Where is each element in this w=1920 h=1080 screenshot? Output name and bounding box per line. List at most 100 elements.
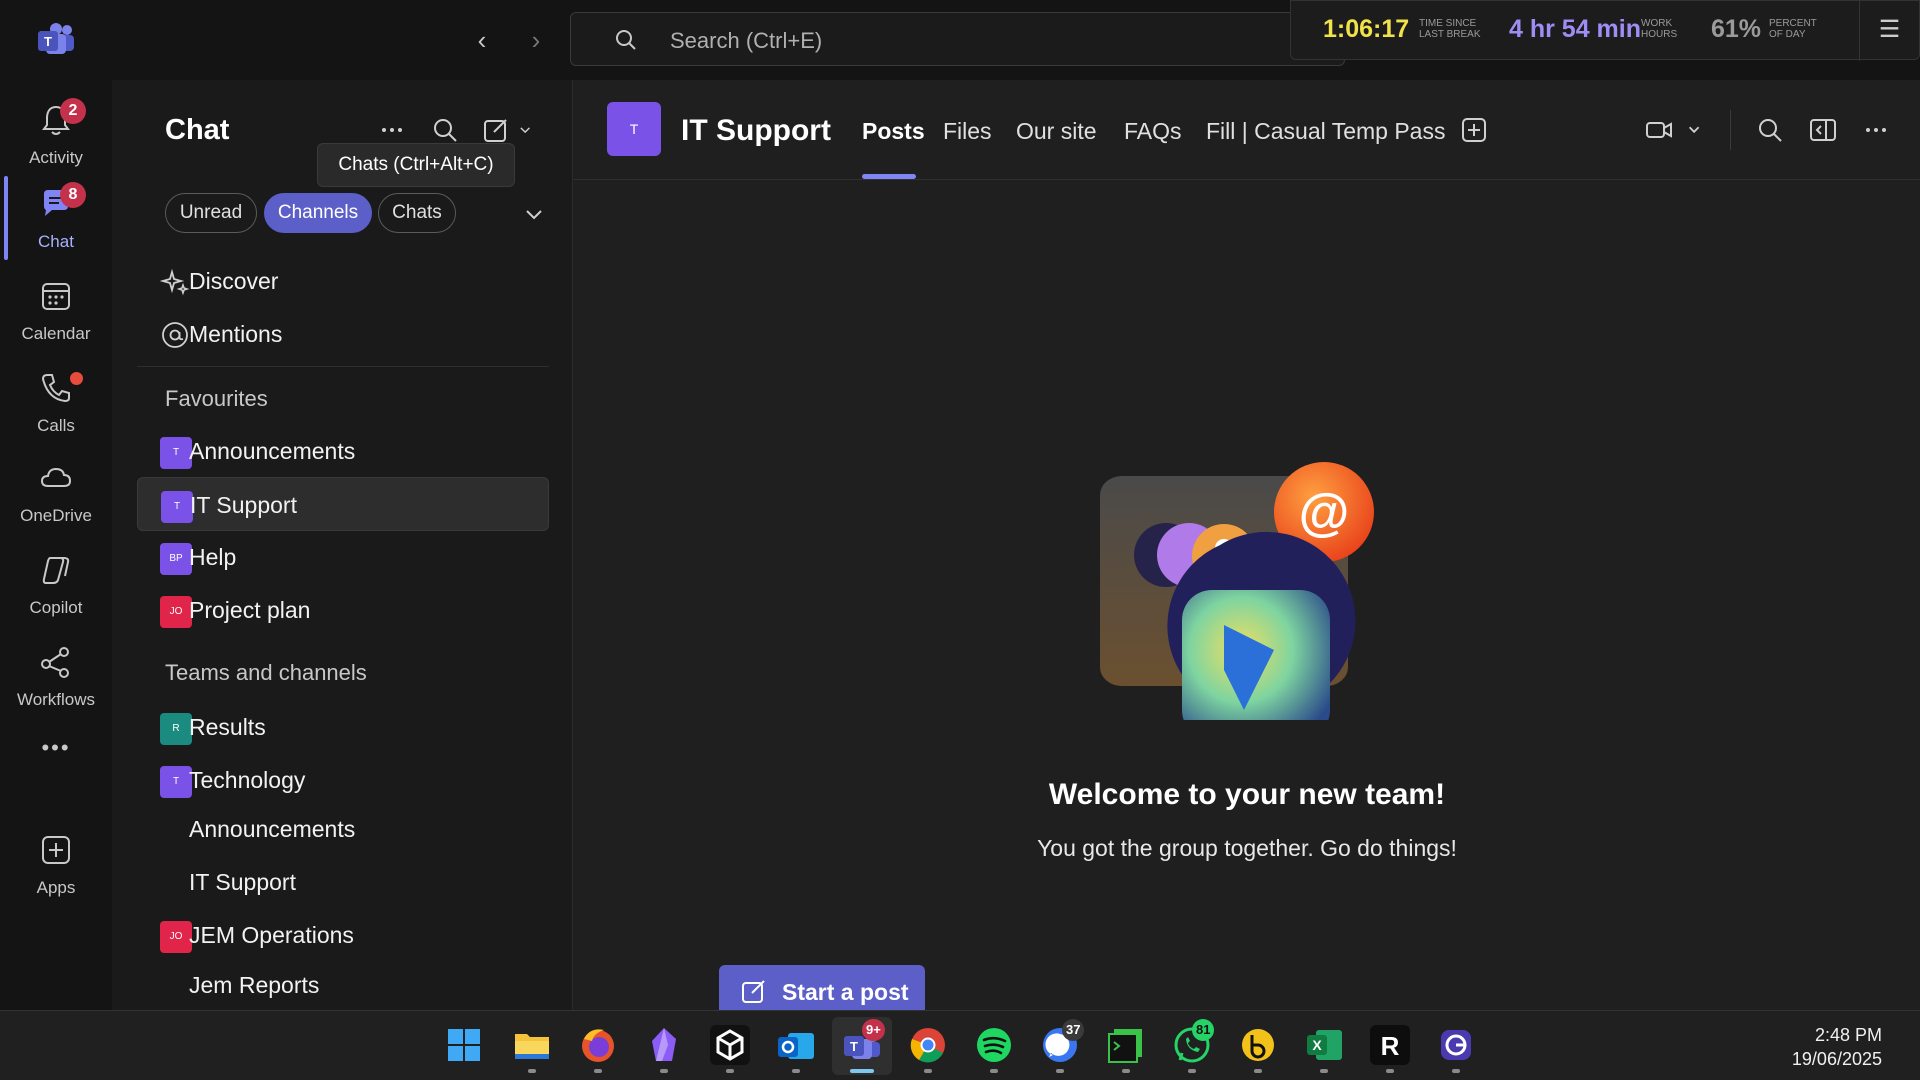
teams-header[interactable]: Teams and channels — [165, 660, 367, 686]
rail-label-onedrive: OneDrive — [20, 506, 92, 525]
rail-chat[interactable]: 8 Chat — [0, 176, 112, 260]
teams-logo-icon[interactable]: T — [36, 22, 76, 58]
outlook-icon[interactable] — [776, 1025, 816, 1065]
team-jem-operations[interactable]: JO JEM Operations — [137, 908, 549, 962]
tab-posts[interactable]: Posts — [862, 118, 925, 145]
r-icon[interactable]: R — [1370, 1025, 1410, 1065]
clock-date: 19/06/2025 — [1791, 1049, 1882, 1069]
rail-more[interactable]: ••• — [0, 735, 112, 775]
rail-activity[interactable]: 2 Activity — [0, 92, 112, 176]
filter-chevron-icon[interactable] — [522, 202, 546, 226]
rail-label-activity: Activity — [29, 148, 83, 167]
terminal-icon[interactable] — [1106, 1025, 1146, 1065]
channel-jem-reports[interactable]: Jem Reports — [137, 958, 549, 1012]
obsidian-icon[interactable] — [644, 1025, 684, 1065]
rail-copilot[interactable]: Copilot — [0, 542, 112, 626]
mentions-label: Mentions — [189, 321, 283, 347]
workflows-icon — [41, 647, 69, 678]
channel-label: IT Support — [189, 869, 296, 895]
running-indicator — [1188, 1069, 1196, 1073]
avatar: BP — [160, 543, 192, 575]
avatar: JO — [160, 921, 192, 953]
search-icon — [616, 30, 636, 50]
clock-time: 2:48 PM — [1814, 1025, 1882, 1045]
channel-label: IT Support — [190, 492, 297, 518]
break-timer-widget: 1:06:17 TIME SINCE LAST BREAK 4 hr 54 mi… — [1290, 0, 1920, 61]
channel-search-icon[interactable] — [1756, 116, 1784, 144]
signal-badge: 37 — [1062, 1019, 1085, 1041]
rail-onedrive[interactable]: OneDrive — [0, 450, 112, 534]
add-tab-icon[interactable] — [1460, 116, 1488, 144]
new-chat-chevron-icon[interactable] — [518, 116, 538, 144]
channel-label: Announcements — [189, 438, 356, 464]
team-results[interactable]: R Results — [137, 700, 549, 754]
discover-label: Discover — [189, 268, 279, 294]
unity-icon[interactable] — [710, 1025, 750, 1065]
channel-announcements[interactable]: T Announcements — [137, 424, 549, 478]
channel-it-support[interactable]: T IT Support — [137, 477, 549, 531]
windows-taskbar: T 9+ 37 81 X R 2:48 PM 19/06/2025 — [0, 1010, 1920, 1080]
search-box[interactable]: Search (Ctrl+E) — [570, 12, 1345, 66]
filter-unread[interactable]: Unread — [165, 193, 257, 233]
chrome-icon[interactable] — [908, 1025, 948, 1065]
channel-help[interactable]: BP Help — [137, 530, 549, 584]
mentions-item[interactable]: Mentions — [137, 307, 549, 361]
time-since-break-label-2: LAST BREAK — [1419, 29, 1481, 40]
svg-text:R: R — [1381, 1031, 1400, 1061]
start-post-label: Start a post — [782, 979, 909, 1005]
more-options-icon[interactable] — [1862, 116, 1890, 144]
panel-title: Chat — [165, 114, 230, 146]
rail-apps[interactable]: Apps — [0, 822, 112, 906]
copilot-icon — [42, 557, 70, 584]
g-app-icon[interactable] — [1436, 1025, 1476, 1065]
system-clock[interactable]: 2:48 PM 19/06/2025 — [1792, 1023, 1882, 1071]
channel-label: Help — [189, 544, 237, 570]
welcome-title: Welcome to your new team! — [1048, 778, 1446, 811]
panel-search-icon[interactable] — [431, 116, 459, 144]
tab-files[interactable]: Files — [943, 118, 992, 145]
phone-icon — [41, 374, 70, 403]
channel-project-plan[interactable]: JO Project plan — [137, 583, 549, 637]
spotify-icon[interactable] — [974, 1025, 1014, 1065]
svg-text:@: @ — [1299, 484, 1350, 542]
video-call-icon[interactable] — [1645, 116, 1673, 144]
discover-item[interactable]: Discover — [137, 254, 549, 308]
forward-arrow-icon[interactable]: › — [522, 26, 550, 54]
bitwarden-icon[interactable] — [1238, 1025, 1278, 1065]
file-explorer-icon[interactable] — [512, 1025, 552, 1065]
tab-casual-temp-pass[interactable]: Fill | Casual Temp Pass — [1206, 118, 1445, 145]
rail-label-apps: Apps — [36, 878, 76, 897]
rail-label-chat: Chat — [38, 232, 74, 251]
rail-workflows[interactable]: Workflows — [0, 634, 112, 718]
channel-technology-it-support[interactable]: IT Support — [137, 855, 549, 909]
running-indicator — [1254, 1069, 1262, 1073]
tab-faqs[interactable]: FAQs — [1124, 118, 1182, 145]
start-post-button[interactable]: Start a post — [719, 965, 925, 1015]
time-since-break: 1:06:17 — [1323, 15, 1410, 43]
channel-technology-announcements[interactable]: Announcements — [137, 802, 549, 856]
team-label: Results — [189, 714, 266, 740]
more-options-icon[interactable] — [378, 116, 406, 144]
rail-calls[interactable]: Calls — [0, 360, 112, 444]
work-hours-label-2: HOURS — [1641, 29, 1678, 40]
calls-notification-dot — [70, 372, 83, 385]
filter-chats[interactable]: Chats — [378, 193, 456, 233]
team-technology[interactable]: T Technology — [137, 753, 549, 807]
running-indicator — [924, 1069, 932, 1073]
hamburger-menu-icon[interactable]: ☰ — [1859, 1, 1919, 61]
back-arrow-icon[interactable]: ‹ — [468, 26, 496, 54]
favourites-header[interactable]: Favourites — [165, 386, 268, 412]
open-pane-icon[interactable] — [1809, 116, 1837, 144]
tab-our-site[interactable]: Our site — [1016, 118, 1097, 145]
avatar: T — [161, 491, 193, 523]
video-call-chevron-icon[interactable] — [1686, 116, 1704, 144]
new-chat-icon[interactable] — [482, 116, 510, 144]
excel-icon[interactable]: X — [1304, 1025, 1344, 1065]
filter-channels[interactable]: Channels — [264, 193, 372, 233]
firefox-icon[interactable] — [578, 1025, 618, 1065]
teams-badge: 9+ — [862, 1019, 885, 1041]
rail-calendar[interactable]: Calendar — [0, 268, 112, 352]
running-indicator — [990, 1069, 998, 1073]
windows-start-icon[interactable] — [444, 1025, 484, 1065]
channel-header: T IT Support Posts Files Our site FAQs F… — [574, 80, 1920, 180]
